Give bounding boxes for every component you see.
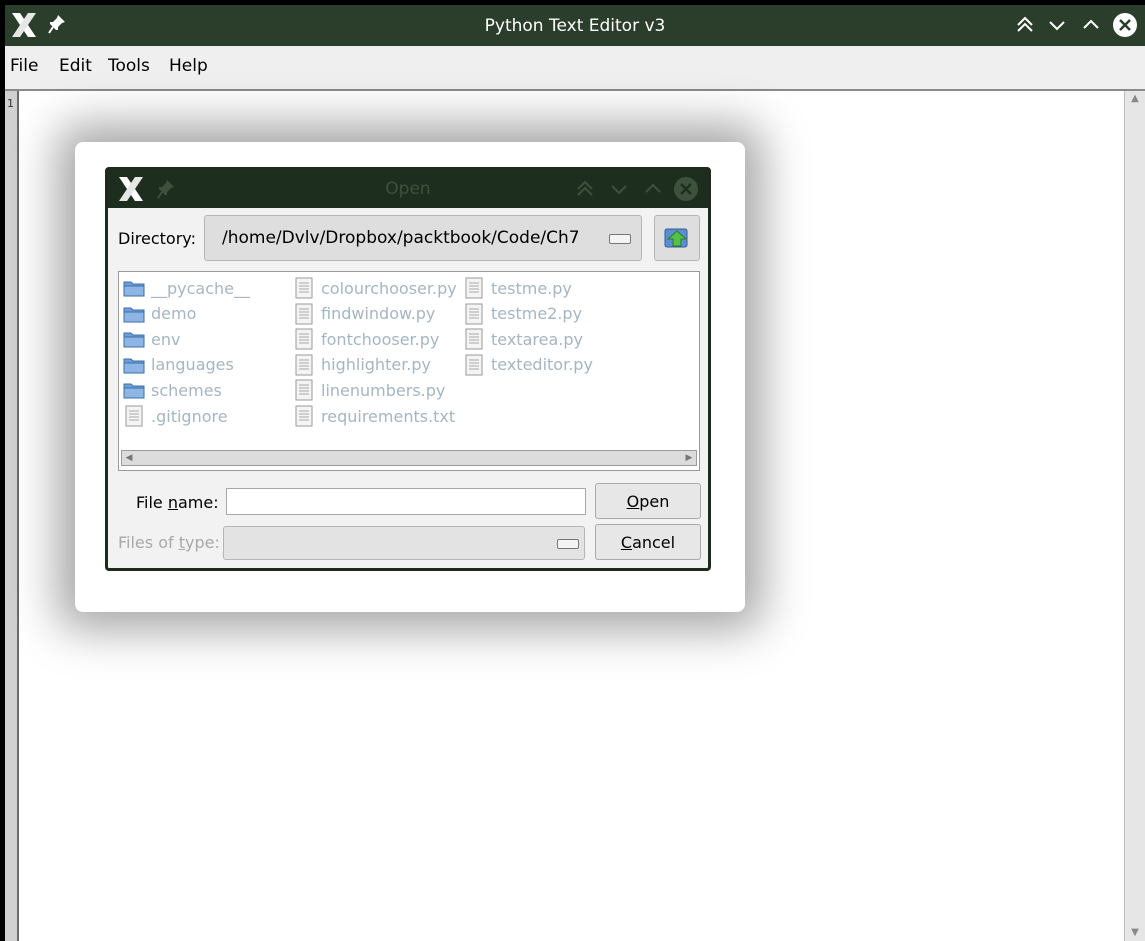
folder-icon	[123, 379, 145, 401]
file-name-label: File name:	[136, 493, 219, 512]
folder-item[interactable]: schemes	[123, 379, 222, 401]
folder-up-icon	[664, 228, 688, 248]
file-icon	[293, 405, 315, 427]
file-icon	[293, 277, 315, 299]
file-item[interactable]: requirements.txt	[293, 405, 455, 427]
file-name: testme2.py	[491, 304, 583, 324]
folder-item[interactable]: env	[123, 328, 180, 350]
horizontal-scrollbar[interactable]: ◀ ▶	[121, 450, 697, 466]
file-name: requirements.txt	[321, 406, 456, 426]
cancel-button[interactable]: Cancel	[595, 524, 701, 560]
file-name: linenumbers.py	[321, 380, 446, 400]
parent-directory-button[interactable]	[654, 215, 700, 261]
folder-name: env	[151, 329, 181, 349]
window-title: Python Text Editor v3	[484, 16, 666, 36]
folder-icon	[123, 354, 145, 376]
file-item[interactable]: fontchooser.py	[293, 328, 439, 350]
menu-tools[interactable]: Tools	[108, 56, 150, 76]
file-item[interactable]: highlighter.py	[293, 354, 431, 376]
file-item[interactable]: testme.py	[463, 277, 572, 299]
file-name: .gitignore	[151, 406, 228, 426]
menu-edit[interactable]: Edit	[59, 56, 92, 76]
dialog-titlebar: Open	[108, 170, 708, 208]
scroll-left-arrow-icon[interactable]: ◀	[122, 451, 136, 465]
keep-above-icon[interactable]	[1013, 13, 1037, 37]
directory-combobox[interactable]: /home/Dvlv/Dropbox/packtbook/Code/Ch7	[204, 215, 642, 261]
folder-icon	[123, 328, 145, 350]
file-icon	[463, 328, 485, 350]
file-icon	[293, 354, 315, 376]
file-icon	[463, 277, 485, 299]
dropdown-indicator-icon	[609, 234, 631, 244]
folder-icon	[123, 303, 145, 325]
directory-label: Directory:	[118, 229, 196, 248]
scroll-up-arrow-icon[interactable]: ▲	[1128, 93, 1142, 105]
file-icon	[123, 405, 145, 427]
line-number: 1	[7, 97, 14, 110]
folder-item[interactable]: demo	[123, 303, 196, 325]
directory-value: /home/Dvlv/Dropbox/packtbook/Code/Ch7	[222, 228, 580, 248]
file-name: fontchooser.py	[321, 329, 440, 349]
scroll-down-arrow-icon[interactable]: ▼	[1128, 927, 1142, 939]
folder-name: languages	[151, 355, 234, 375]
folder-icon	[123, 277, 145, 299]
open-button[interactable]: Open	[595, 483, 701, 519]
file-item[interactable]: textarea.py	[463, 328, 583, 350]
file-item[interactable]: .gitignore	[123, 405, 228, 427]
file-icon	[293, 328, 315, 350]
folder-item[interactable]: languages	[123, 354, 234, 376]
scroll-right-arrow-icon[interactable]: ▶	[682, 451, 696, 465]
menu-file[interactable]: File	[10, 56, 38, 76]
folder-name: demo	[151, 304, 197, 324]
vertical-scrollbar[interactable]: ▲ ▼	[1124, 91, 1145, 941]
file-name: testme.py	[491, 278, 572, 298]
maximize-icon[interactable]	[1079, 13, 1103, 37]
files-of-type-label: Files of type:	[118, 533, 220, 552]
file-icon	[293, 379, 315, 401]
menubar: File Edit Tools Help	[5, 46, 1145, 91]
file-name: texteditor.py	[491, 355, 593, 375]
close-icon[interactable]	[1112, 12, 1138, 38]
line-number-gutter: 1	[5, 91, 19, 941]
file-name: highlighter.py	[321, 355, 432, 375]
file-icon	[463, 354, 485, 376]
titlebar: Python Text Editor v3	[5, 5, 1145, 46]
file-item[interactable]: linenumbers.py	[293, 379, 445, 401]
file-item[interactable]: testme2.py	[463, 303, 582, 325]
minimize-icon[interactable]	[1045, 13, 1069, 37]
open-dialog: Open Directory: /home/Dvlv/Dropbox/packt…	[105, 167, 711, 571]
file-name: findwindow.py	[321, 304, 436, 324]
keep-above-icon[interactable]	[573, 177, 597, 201]
file-item[interactable]: texteditor.py	[463, 354, 593, 376]
file-icon	[463, 303, 485, 325]
folder-item[interactable]: __pycache__	[123, 277, 250, 299]
folder-name: __pycache__	[151, 278, 251, 298]
close-icon[interactable]	[673, 176, 699, 202]
maximize-icon[interactable]	[641, 177, 665, 201]
folder-name: schemes	[151, 380, 222, 400]
file-icon	[293, 303, 315, 325]
file-name: textarea.py	[491, 329, 583, 349]
file-item[interactable]: colourchooser.py	[293, 277, 457, 299]
file-item[interactable]: findwindow.py	[293, 303, 435, 325]
dropdown-indicator-icon	[557, 539, 579, 549]
file-name: colourchooser.py	[321, 278, 457, 298]
minimize-icon[interactable]	[607, 177, 631, 201]
menu-help[interactable]: Help	[169, 56, 208, 76]
file-list[interactable]: __pycache__demo env languages schemes .gitig…	[118, 271, 700, 471]
file-name-input[interactable]	[226, 488, 586, 515]
files-of-type-combobox[interactable]	[223, 526, 585, 560]
